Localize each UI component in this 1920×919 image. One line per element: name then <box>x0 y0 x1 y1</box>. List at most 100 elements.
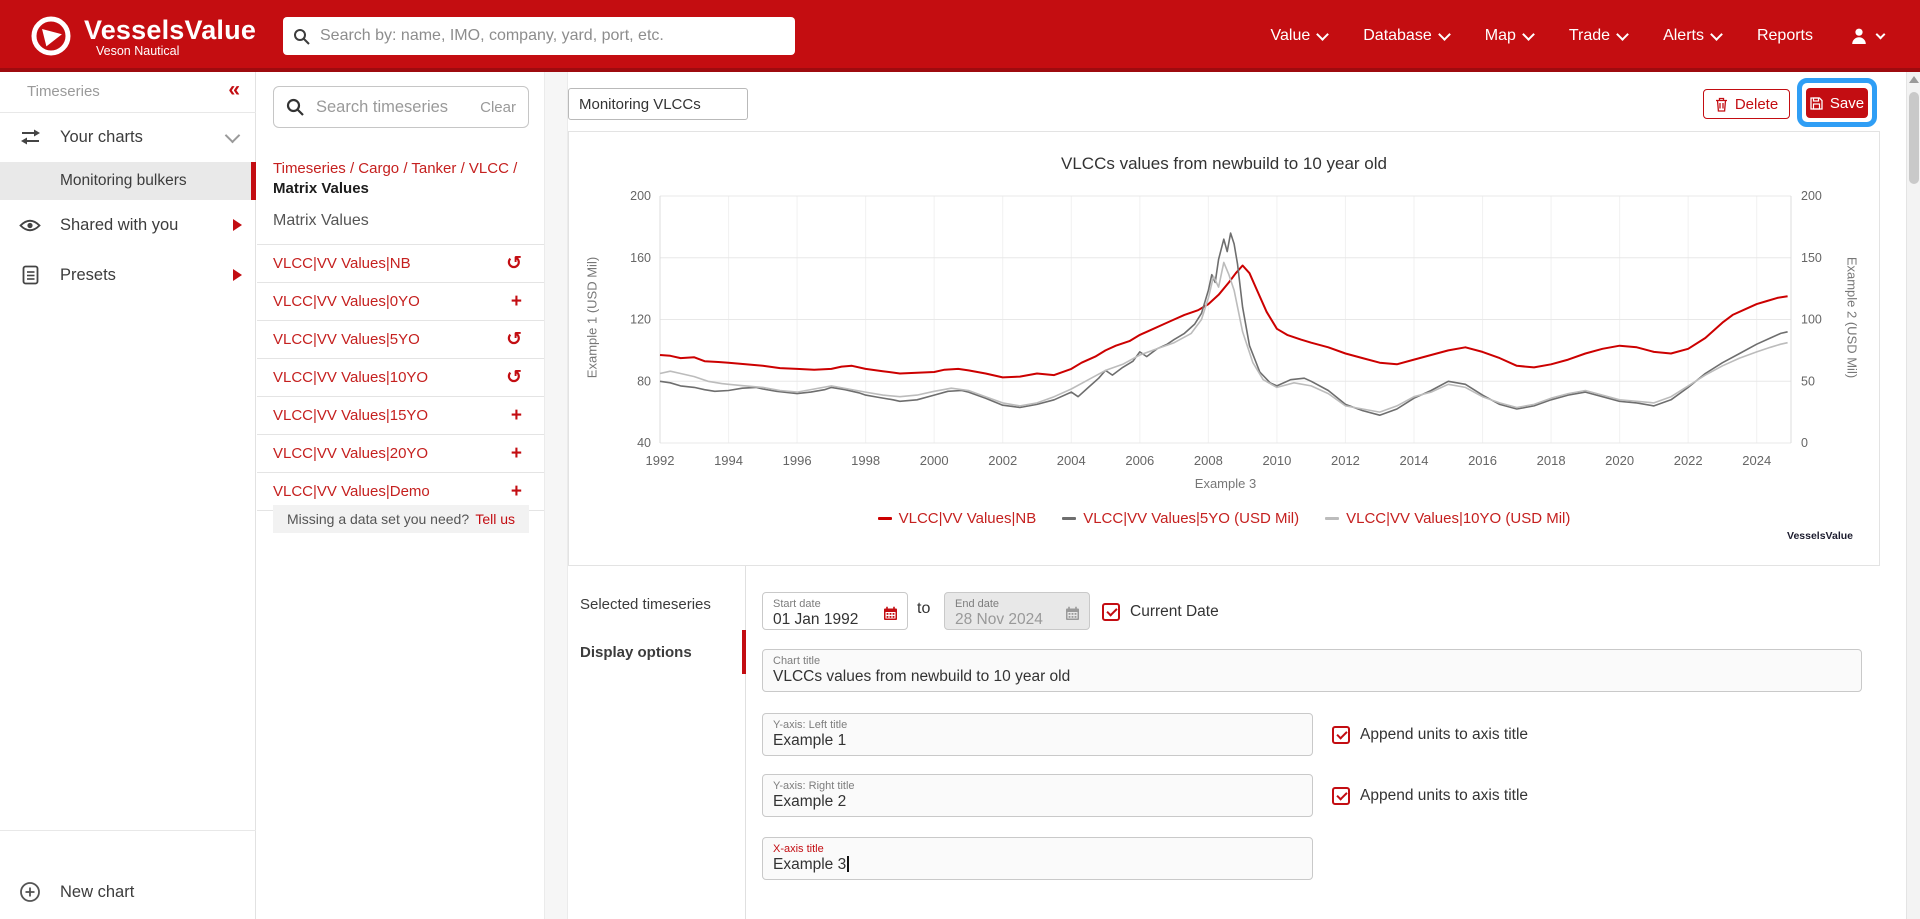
svg-text:150: 150 <box>1801 251 1822 265</box>
svg-text:2016: 2016 <box>1468 453 1497 468</box>
legend-dash <box>1062 517 1076 520</box>
undo-icon[interactable]: ↺ <box>506 368 522 387</box>
chart-title-field[interactable]: Chart title VLCCs values from newbuild t… <box>762 649 1862 692</box>
timeseries-search: Clear <box>273 86 529 128</box>
timeseries-row[interactable]: VLCC|VV Values|15YO+ <box>257 396 544 434</box>
app-header: VesselsValue Veson Nautical Value Databa… <box>0 0 1920 72</box>
append-units-right-checkbox[interactable] <box>1332 787 1350 805</box>
missing-dataset-banner: Missing a data set you need? Tell us <box>273 505 529 533</box>
svg-text:120: 120 <box>630 313 651 327</box>
nav-trade[interactable]: Trade <box>1569 27 1627 45</box>
y-axis-right-title: Example 2 (USD Mil) <box>1845 243 1860 393</box>
user-menu[interactable] <box>1849 26 1884 46</box>
chevron-down-icon <box>1438 28 1451 41</box>
active-tab-indicator <box>742 630 746 674</box>
nav-map[interactable]: Map <box>1485 27 1533 45</box>
search-icon <box>286 98 304 116</box>
svg-text:200: 200 <box>1801 189 1822 203</box>
chart-name-input[interactable]: Monitoring VLCCs <box>568 88 748 120</box>
svg-text:2022: 2022 <box>1674 453 1703 468</box>
nav-database[interactable]: Database <box>1363 27 1449 45</box>
timeseries-row[interactable]: VLCC|VV Values|NB↺ <box>257 244 544 282</box>
trash-icon <box>1715 97 1728 112</box>
undo-icon[interactable]: ↺ <box>506 330 522 349</box>
new-chart-button[interactable]: New chart <box>0 862 256 919</box>
sidebar-item-your-charts[interactable]: Your charts <box>0 112 256 162</box>
svg-text:2024: 2024 <box>1742 453 1771 468</box>
chevron-down-icon <box>1522 28 1535 41</box>
sidebar-item-presets[interactable]: Presets <box>0 250 256 300</box>
current-date-checkbox[interactable] <box>1102 603 1120 621</box>
sidebar: Timeseries « Your charts Monitoring bulk… <box>0 72 256 919</box>
vesselsvalue-logo-icon <box>30 15 72 57</box>
svg-text:1994: 1994 <box>714 453 743 468</box>
start-date-field[interactable]: Start date 01 Jan 1992 <box>762 592 908 630</box>
legend-item-nb[interactable]: VLCC|VV Values|NB <box>878 510 1037 527</box>
user-icon <box>1849 26 1869 46</box>
svg-text:0: 0 <box>1801 436 1808 450</box>
delete-button[interactable]: Delete <box>1703 89 1790 119</box>
svg-text:200: 200 <box>630 189 651 203</box>
breadcrumb-links[interactable]: Timeseries / Cargo / Tanker / VLCC / <box>273 160 544 177</box>
timeseries-list: VLCC|VV Values|NB↺ VLCC|VV Values|0YO+ V… <box>257 244 544 511</box>
svg-text:2002: 2002 <box>988 453 1017 468</box>
sidebar-item-monitoring-bulkers[interactable]: Monitoring bulkers <box>0 162 256 200</box>
tab-selected-timeseries[interactable]: Selected timeseries <box>568 580 745 628</box>
svg-text:2010: 2010 <box>1262 453 1291 468</box>
end-date-label: End date <box>955 598 1079 610</box>
y-axis-right-field[interactable]: Y-axis: Right title Example 2 <box>762 774 1313 817</box>
save-button[interactable]: Save <box>1806 88 1868 118</box>
save-disk-icon <box>1810 97 1823 110</box>
search-icon <box>293 28 310 45</box>
chart-card: VLCCs values from newbuild to 10 year ol… <box>568 131 1880 566</box>
add-icon[interactable]: + <box>511 292 522 311</box>
start-date-label: Start date <box>773 598 897 610</box>
sidebar-item-shared-with-you[interactable]: Shared with you <box>0 200 256 250</box>
calendar-icon[interactable] <box>883 606 898 621</box>
x-axis-field[interactable]: X-axis title Example 3 <box>762 837 1313 880</box>
chevron-down-icon <box>1616 28 1629 41</box>
svg-text:160: 160 <box>630 251 651 265</box>
global-search-input[interactable] <box>318 26 785 46</box>
nav-alerts[interactable]: Alerts <box>1663 27 1721 45</box>
timeseries-panel: Clear Timeseries / Cargo / Tanker / VLCC… <box>257 72 544 919</box>
panel-scrollbar-track[interactable] <box>544 72 568 919</box>
circle-plus-icon <box>18 881 42 903</box>
svg-text:50: 50 <box>1801 374 1815 388</box>
timeseries-row[interactable]: VLCC|VV Values|0YO+ <box>257 282 544 320</box>
legend-item-10yo[interactable]: VLCC|VV Values|10YO (USD Mil) <box>1325 510 1570 527</box>
add-icon[interactable]: + <box>511 482 522 501</box>
collapse-sidebar-icon[interactable]: « <box>228 78 240 102</box>
append-units-left-checkbox[interactable] <box>1332 726 1350 744</box>
timeseries-row[interactable]: VLCC|VV Values|10YO↺ <box>257 358 544 396</box>
tab-display-options[interactable]: Display options <box>568 628 745 676</box>
checkbox-check-icon <box>1106 605 1117 616</box>
nav-value[interactable]: Value <box>1271 27 1328 45</box>
clear-search-button[interactable]: Clear <box>480 99 516 116</box>
y-axis-left-field[interactable]: Y-axis: Left title Example 1 <box>762 713 1313 756</box>
timeseries-row[interactable]: VLCC|VV Values|5YO↺ <box>257 320 544 358</box>
timeseries-search-input[interactable] <box>314 97 480 118</box>
nav-reports[interactable]: Reports <box>1757 27 1813 45</box>
chart-title-value: VLCCs values from newbuild to 10 year ol… <box>773 667 1851 686</box>
timeseries-row[interactable]: VLCC|VV Values|20YO+ <box>257 434 544 472</box>
divider <box>0 830 256 831</box>
legend-dash <box>878 517 892 520</box>
scroll-up-arrow-icon[interactable] <box>1909 76 1919 83</box>
group-label[interactable]: Matrix Values <box>273 212 369 230</box>
brand-tagline: Veson Nautical <box>96 44 179 58</box>
swap-arrows-icon <box>18 127 42 147</box>
legend-dash <box>1325 517 1339 520</box>
page-scrollbar[interactable] <box>1906 72 1920 919</box>
timeseries-chart[interactable]: 2001601208040200150100500199219941996199… <box>569 132 1879 565</box>
scrollbar-thumb[interactable] <box>1909 92 1919 184</box>
chart-title: VLCCs values from newbuild to 10 year ol… <box>569 154 1879 174</box>
y-axis-left-title: Example 1 (USD Mil) <box>585 243 600 393</box>
tell-us-link[interactable]: Tell us <box>475 511 515 527</box>
app-root: VesselsValue Veson Nautical Value Databa… <box>0 0 1920 919</box>
add-icon[interactable]: + <box>511 444 522 463</box>
undo-icon[interactable]: ↺ <box>506 254 522 273</box>
add-icon[interactable]: + <box>511 406 522 425</box>
legend-item-5yo[interactable]: VLCC|VV Values|5YO (USD Mil) <box>1062 510 1299 527</box>
save-label: Save <box>1830 95 1864 112</box>
